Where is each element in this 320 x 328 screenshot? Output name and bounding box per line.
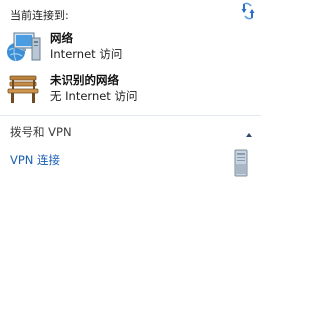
- connection-name: 未识别的网络: [50, 73, 119, 87]
- collapse-section-button[interactable]: [243, 125, 255, 137]
- dialup-vpn-section-title: 拨号和 VPN: [10, 125, 72, 139]
- refresh-arrows-icon: [241, 2, 255, 20]
- park-bench-icon: [6, 72, 42, 106]
- connection-name: 网络: [50, 31, 73, 45]
- connection-item-network[interactable]: 网络 Internet 访问: [6, 30, 256, 64]
- vpn-server-icon: [232, 149, 250, 177]
- chevron-up-icon: [246, 133, 252, 137]
- refresh-button[interactable]: [240, 2, 258, 20]
- network-flyout-panel: 当前连接到: 网络 Internet 访问 未识别的网络 无 Internet …: [0, 0, 261, 328]
- connected-to-header: 当前连接到:: [10, 9, 69, 22]
- section-divider: [0, 115, 261, 116]
- connection-status: 无 Internet 访问: [50, 89, 138, 103]
- vpn-connection-link[interactable]: VPN 连接: [10, 152, 60, 168]
- network-computer-icon: [6, 30, 42, 64]
- connection-status: Internet 访问: [50, 47, 123, 61]
- connection-item-unidentified-network[interactable]: 未识别的网络 无 Internet 访问: [6, 72, 256, 106]
